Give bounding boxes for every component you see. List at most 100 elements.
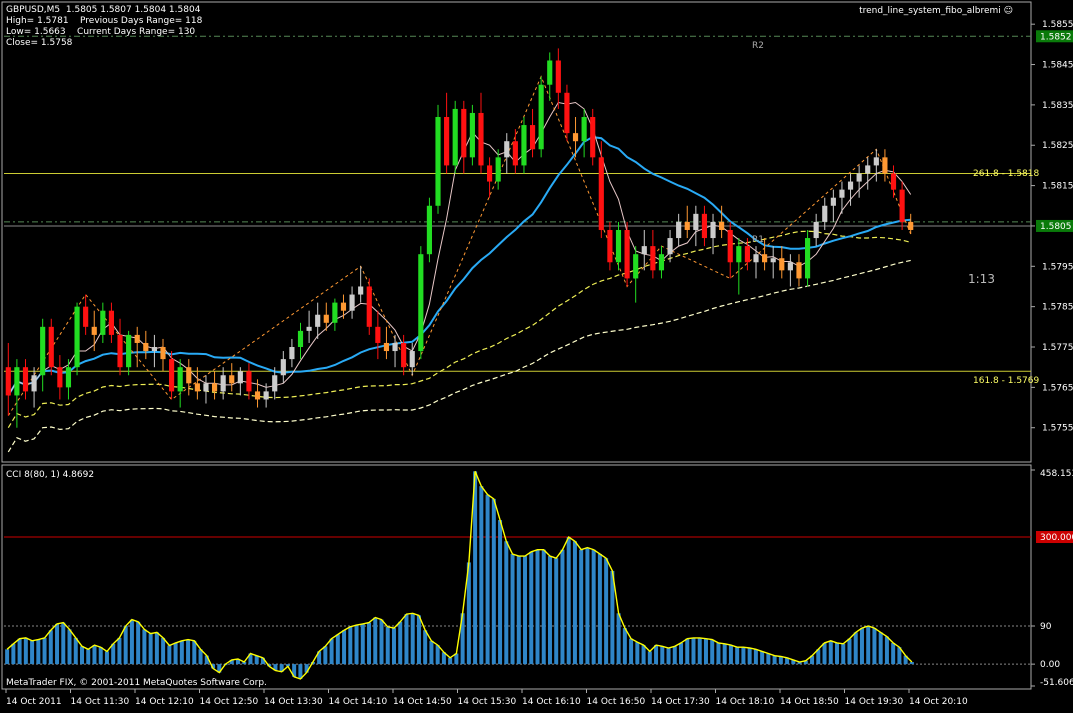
- candle-body[interactable]: [770, 258, 776, 263]
- candle-body[interactable]: [332, 302, 338, 323]
- candle-body[interactable]: [572, 133, 579, 142]
- candle-body[interactable]: [564, 92, 570, 134]
- candle-body[interactable]: [856, 173, 862, 182]
- candle-body[interactable]: [615, 229, 622, 263]
- candle-body[interactable]: [323, 314, 329, 323]
- candle-body[interactable]: [538, 84, 544, 150]
- candle-body[interactable]: [169, 359, 175, 392]
- candle-body[interactable]: [5, 367, 11, 396]
- candle-body[interactable]: [91, 326, 97, 335]
- candle-body[interactable]: [435, 116, 441, 206]
- candle-body[interactable]: [409, 351, 415, 368]
- candle-body[interactable]: [847, 181, 854, 190]
- candle-body[interactable]: [555, 60, 561, 93]
- candle-body[interactable]: [14, 367, 20, 396]
- candle-body[interactable]: [633, 254, 639, 279]
- candle-body[interactable]: [177, 367, 183, 392]
- candle-body[interactable]: [873, 157, 879, 166]
- candle-body[interactable]: [693, 213, 699, 230]
- candle-body[interactable]: [736, 246, 742, 263]
- candle-body[interactable]: [727, 229, 733, 263]
- candle-body[interactable]: [315, 314, 321, 327]
- candle-body[interactable]: [65, 367, 72, 388]
- candle-body[interactable]: [658, 254, 665, 271]
- candle-body[interactable]: [908, 221, 914, 230]
- candle-body[interactable]: [684, 221, 690, 230]
- candle-body[interactable]: [366, 286, 372, 327]
- candle-body[interactable]: [822, 205, 828, 222]
- candle-body[interactable]: [762, 254, 768, 263]
- candle-body[interactable]: [804, 238, 811, 279]
- candle-body[interactable]: [340, 302, 347, 311]
- candle-body[interactable]: [306, 326, 312, 331]
- candle-body[interactable]: [487, 165, 493, 182]
- candle-body[interactable]: [830, 197, 836, 206]
- candle-body[interactable]: [624, 229, 630, 279]
- candle-body[interactable]: [392, 342, 398, 352]
- candle-body[interactable]: [289, 347, 295, 360]
- candle-body[interactable]: [495, 157, 501, 182]
- candle-body[interactable]: [203, 383, 209, 392]
- candle-body[interactable]: [590, 116, 596, 158]
- candle-body[interactable]: [246, 371, 252, 392]
- candle-body[interactable]: [796, 262, 802, 279]
- candle-body[interactable]: [358, 286, 364, 295]
- candle-body[interactable]: [890, 173, 897, 190]
- candle-body[interactable]: [667, 238, 673, 255]
- candle-body[interactable]: [100, 310, 106, 335]
- candle-body[interactable]: [719, 221, 725, 230]
- candle-body[interactable]: [297, 330, 304, 348]
- candle-body[interactable]: [160, 347, 166, 360]
- candle-body[interactable]: [349, 294, 355, 311]
- candle-body[interactable]: [512, 141, 518, 166]
- candle-body[interactable]: [194, 383, 200, 392]
- candle-body[interactable]: [676, 221, 682, 239]
- candle-body[interactable]: [143, 342, 149, 352]
- candle-body[interactable]: [650, 246, 656, 271]
- candle-body[interactable]: [461, 108, 467, 158]
- candle-body[interactable]: [220, 375, 226, 392]
- candle-body[interactable]: [598, 157, 604, 230]
- candle-body[interactable]: [452, 108, 458, 166]
- candle-body[interactable]: [779, 258, 785, 271]
- candle-body[interactable]: [57, 367, 63, 388]
- candle-body[interactable]: [74, 306, 80, 368]
- candle-body[interactable]: [108, 310, 115, 335]
- candle-body[interactable]: [504, 141, 510, 158]
- candle-body[interactable]: [151, 347, 157, 352]
- candle-body[interactable]: [529, 125, 536, 150]
- candle-body[interactable]: [813, 221, 819, 239]
- candle-body[interactable]: [83, 306, 89, 327]
- chart-window[interactable]: 1.5855 1.5845 1.5835 1.5825 1.5815 1.5805 1.57…: [0, 0, 1073, 709]
- candle-body[interactable]: [469, 112, 475, 158]
- candle-body[interactable]: [882, 157, 888, 174]
- candle-body[interactable]: [701, 213, 708, 239]
- candle-body[interactable]: [40, 326, 46, 376]
- chart-canvas[interactable]: 1.5855 1.5845 1.5835 1.5825 1.5815 1.5805 1.57…: [0, 0, 1073, 709]
- candle-body[interactable]: [839, 189, 845, 198]
- candle-body[interactable]: [186, 367, 192, 384]
- candle-body[interactable]: [787, 262, 793, 271]
- candle-body[interactable]: [426, 205, 432, 255]
- candle-body[interactable]: [521, 125, 527, 166]
- candle-body[interactable]: [229, 375, 235, 384]
- candle-body[interactable]: [607, 229, 613, 263]
- candle-body[interactable]: [444, 116, 450, 166]
- candle-body[interactable]: [710, 221, 716, 239]
- candle-body[interactable]: [753, 254, 759, 263]
- candle-body[interactable]: [48, 326, 54, 368]
- candle-body[interactable]: [280, 359, 286, 376]
- candle-body[interactable]: [401, 342, 407, 368]
- candle-body[interactable]: [211, 383, 218, 392]
- candle-body[interactable]: [547, 60, 553, 85]
- candle-body[interactable]: [31, 375, 37, 392]
- candle-body[interactable]: [744, 246, 750, 263]
- candle-body[interactable]: [581, 116, 587, 142]
- candle-body[interactable]: [254, 391, 261, 400]
- candle-body[interactable]: [22, 367, 29, 392]
- candle-body[interactable]: [383, 342, 390, 352]
- candle-body[interactable]: [237, 371, 243, 384]
- candle-body[interactable]: [641, 246, 647, 255]
- candle-body[interactable]: [418, 254, 424, 352]
- candle-body[interactable]: [117, 334, 123, 368]
